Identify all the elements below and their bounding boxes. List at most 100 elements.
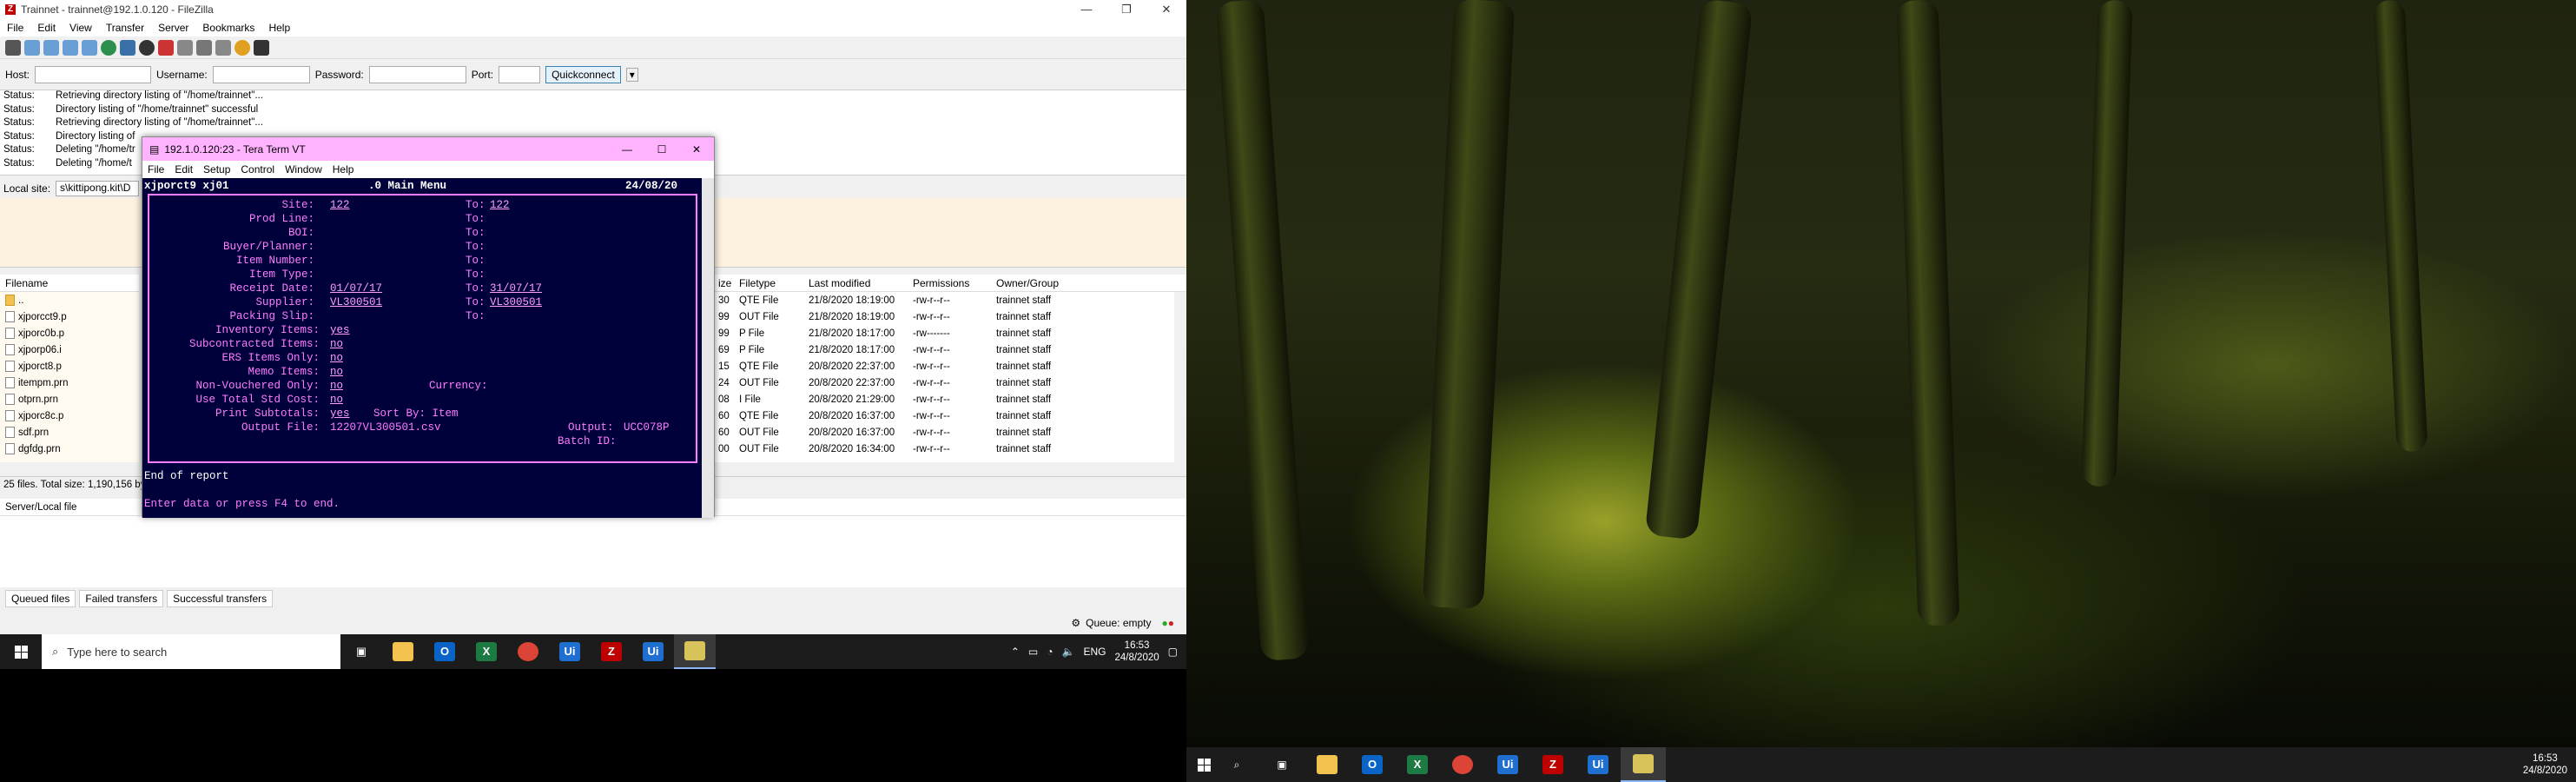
filezilla-titlebar[interactable]: Z Trainnet - trainnet@192.1.0.120 - File… <box>0 0 1186 19</box>
menu-edit[interactable]: Edit <box>30 22 63 34</box>
search-icon[interactable] <box>215 39 231 56</box>
maximize-icon[interactable]: ☐ <box>644 143 679 156</box>
binoculars-icon[interactable] <box>254 39 269 56</box>
output-file-field[interactable]: 12207VL300501.csv <box>330 421 441 434</box>
list-item[interactable]: dgfdg.prn <box>0 441 139 457</box>
toggle-remote-tree-icon[interactable] <box>63 39 78 56</box>
filter-icon[interactable] <box>196 39 212 56</box>
column-filetype[interactable]: Filetype <box>734 277 803 289</box>
disconnect-icon[interactable] <box>158 39 174 56</box>
toggle-queue-icon[interactable] <box>82 39 97 56</box>
table-row[interactable]: 99 OUT File 21/8/2020 18:19:00 -rw-r--r-- tr… <box>715 308 1174 325</box>
table-row[interactable]: 08 I File 20/8/2020 21:29:00 -rw-r--r-- trai… <box>715 391 1174 408</box>
menu-window[interactable]: Window <box>280 163 327 176</box>
outlook-icon[interactable]: O <box>1350 747 1395 782</box>
input-language[interactable]: ENG <box>1083 646 1106 658</box>
menu-control[interactable]: Control <box>235 163 280 176</box>
menu-help[interactable]: Help <box>327 163 360 176</box>
table-row[interactable]: 30 QTE File 21/8/2020 18:19:00 -rw-r--r-- tr… <box>715 292 1174 308</box>
chrome-icon[interactable] <box>1440 747 1485 782</box>
quickconnect-dropdown-icon[interactable]: ▾ <box>625 67 638 82</box>
list-item[interactable]: itempm.prn <box>0 374 139 391</box>
compare-icon[interactable] <box>234 39 250 56</box>
menu-view[interactable]: View <box>63 22 99 34</box>
table-row[interactable]: 60 OUT File 20/8/2020 16:37:00 -rw-r--r-- tr… <box>715 424 1174 441</box>
print-subtotals-field[interactable]: yes <box>330 408 350 420</box>
password-input[interactable] <box>368 65 466 83</box>
output-field[interactable]: UCC078P <box>624 421 670 434</box>
tab-failed-transfers[interactable]: Failed transfers <box>79 590 164 607</box>
excel-icon[interactable]: X <box>1395 747 1440 782</box>
table-row[interactable]: 99 P File 21/8/2020 18:17:00 -rw------- trai… <box>715 325 1174 341</box>
list-item[interactable]: xjporp06.i <box>0 341 139 358</box>
column-owner-group[interactable]: Owner/Group <box>991 277 1059 289</box>
maximize-icon[interactable]: ❐ <box>1106 3 1146 17</box>
inventory-items-field[interactable]: yes <box>330 324 350 336</box>
port-input[interactable] <box>499 65 541 83</box>
teraterm-titlebar[interactable]: ▤ 192.1.0.120:23 - Tera Term VT — ☐ ✕ <box>142 137 714 161</box>
filezilla-icon[interactable]: Z <box>591 634 632 669</box>
minimize-icon[interactable]: — <box>610 143 644 156</box>
site-from-field[interactable]: 122 <box>330 199 350 211</box>
clock[interactable]: 16:53 24/8/2020 <box>1114 640 1159 664</box>
tab-successful-transfers[interactable]: Successful transfers <box>167 590 274 607</box>
column-permissions[interactable]: Permissions <box>908 277 991 289</box>
list-item[interactable]: xjporct8.p <box>0 358 139 374</box>
menu-transfer[interactable]: Transfer <box>99 22 151 34</box>
excel-icon[interactable]: X <box>466 634 507 669</box>
quickconnect-button[interactable]: Quickconnect <box>545 65 621 83</box>
teraterm-icon[interactable] <box>1621 747 1666 782</box>
receipt-date-from-field[interactable]: 01/07/17 <box>330 282 382 295</box>
cancel-icon[interactable] <box>139 39 155 56</box>
list-item[interactable]: xjporc8c.p <box>0 408 139 424</box>
tab-queued-files[interactable]: Queued files <box>5 590 76 607</box>
refresh-icon[interactable] <box>101 39 116 56</box>
site-to-field[interactable]: 122 <box>490 199 510 211</box>
list-item[interactable]: .. <box>0 292 139 308</box>
outlook-icon[interactable]: O <box>424 634 466 669</box>
minimize-icon[interactable]: — <box>1067 3 1106 17</box>
terminal-scrollbar[interactable] <box>702 178 714 518</box>
notification-icon[interactable]: ▢ <box>1168 646 1178 658</box>
volume-icon[interactable]: 🔈 <box>1062 646 1075 658</box>
ers-items-field[interactable]: no <box>330 352 343 364</box>
menu-file[interactable]: File <box>0 22 30 34</box>
file-explorer-icon[interactable] <box>382 634 424 669</box>
list-item[interactable]: otprn.prn <box>0 391 139 408</box>
start-button[interactable] <box>0 645 42 659</box>
table-row[interactable]: 24 OUT File 20/8/2020 22:37:00 -rw-r--r-- tr… <box>715 374 1174 391</box>
supplier-from-field[interactable]: VL300501 <box>330 296 382 308</box>
search-icon[interactable]: ⌕ <box>1214 747 1259 782</box>
list-item[interactable]: sdf.prn <box>0 424 139 441</box>
menu-setup[interactable]: Setup <box>198 163 235 176</box>
local-site-input[interactable]: s\kittipong.kit\D <box>56 181 140 196</box>
menu-server[interactable]: Server <box>151 22 195 34</box>
supplier-to-field[interactable]: VL300501 <box>490 296 542 308</box>
menu-help[interactable]: Help <box>261 22 297 34</box>
file-explorer-icon[interactable] <box>1305 747 1350 782</box>
reconnect-icon[interactable] <box>177 39 193 56</box>
close-icon[interactable]: ✕ <box>679 143 714 156</box>
site-manager-icon[interactable] <box>5 39 21 56</box>
chrome-icon[interactable] <box>507 634 549 669</box>
username-input[interactable] <box>212 65 310 83</box>
column-server-local-file[interactable]: Server/Local file <box>5 502 76 513</box>
uipath-icon[interactable]: Ui <box>1575 747 1621 782</box>
subcontracted-items-field[interactable]: no <box>330 338 343 350</box>
column-last-modified[interactable]: Last modified <box>803 277 908 289</box>
memo-items-field[interactable]: no <box>330 366 343 378</box>
task-view-icon[interactable]: ▣ <box>1259 747 1305 782</box>
menu-bookmarks[interactable]: Bookmarks <box>195 22 261 34</box>
terminal-screen[interactable]: xjporct9 xj01 .0 Main Menu 24/08/20 Site… <box>142 178 703 518</box>
uipath-icon[interactable]: Ui <box>632 634 674 669</box>
menu-file[interactable]: File <box>142 163 169 176</box>
network-icon[interactable]: ◔ <box>1047 646 1053 658</box>
chevron-up-icon[interactable]: ⌃ <box>1011 646 1020 658</box>
column-filename[interactable]: Filename <box>5 277 48 289</box>
filezilla-icon[interactable]: Z <box>1530 747 1575 782</box>
search-box[interactable]: ⌕ Type here to search <box>42 634 340 669</box>
toggle-local-tree-icon[interactable] <box>43 39 59 56</box>
host-input[interactable] <box>35 65 152 83</box>
battery-icon[interactable]: ▭ <box>1028 646 1038 658</box>
table-row[interactable]: 60 QTE File 20/8/2020 16:37:00 -rw-r--r-- tr… <box>715 408 1174 424</box>
